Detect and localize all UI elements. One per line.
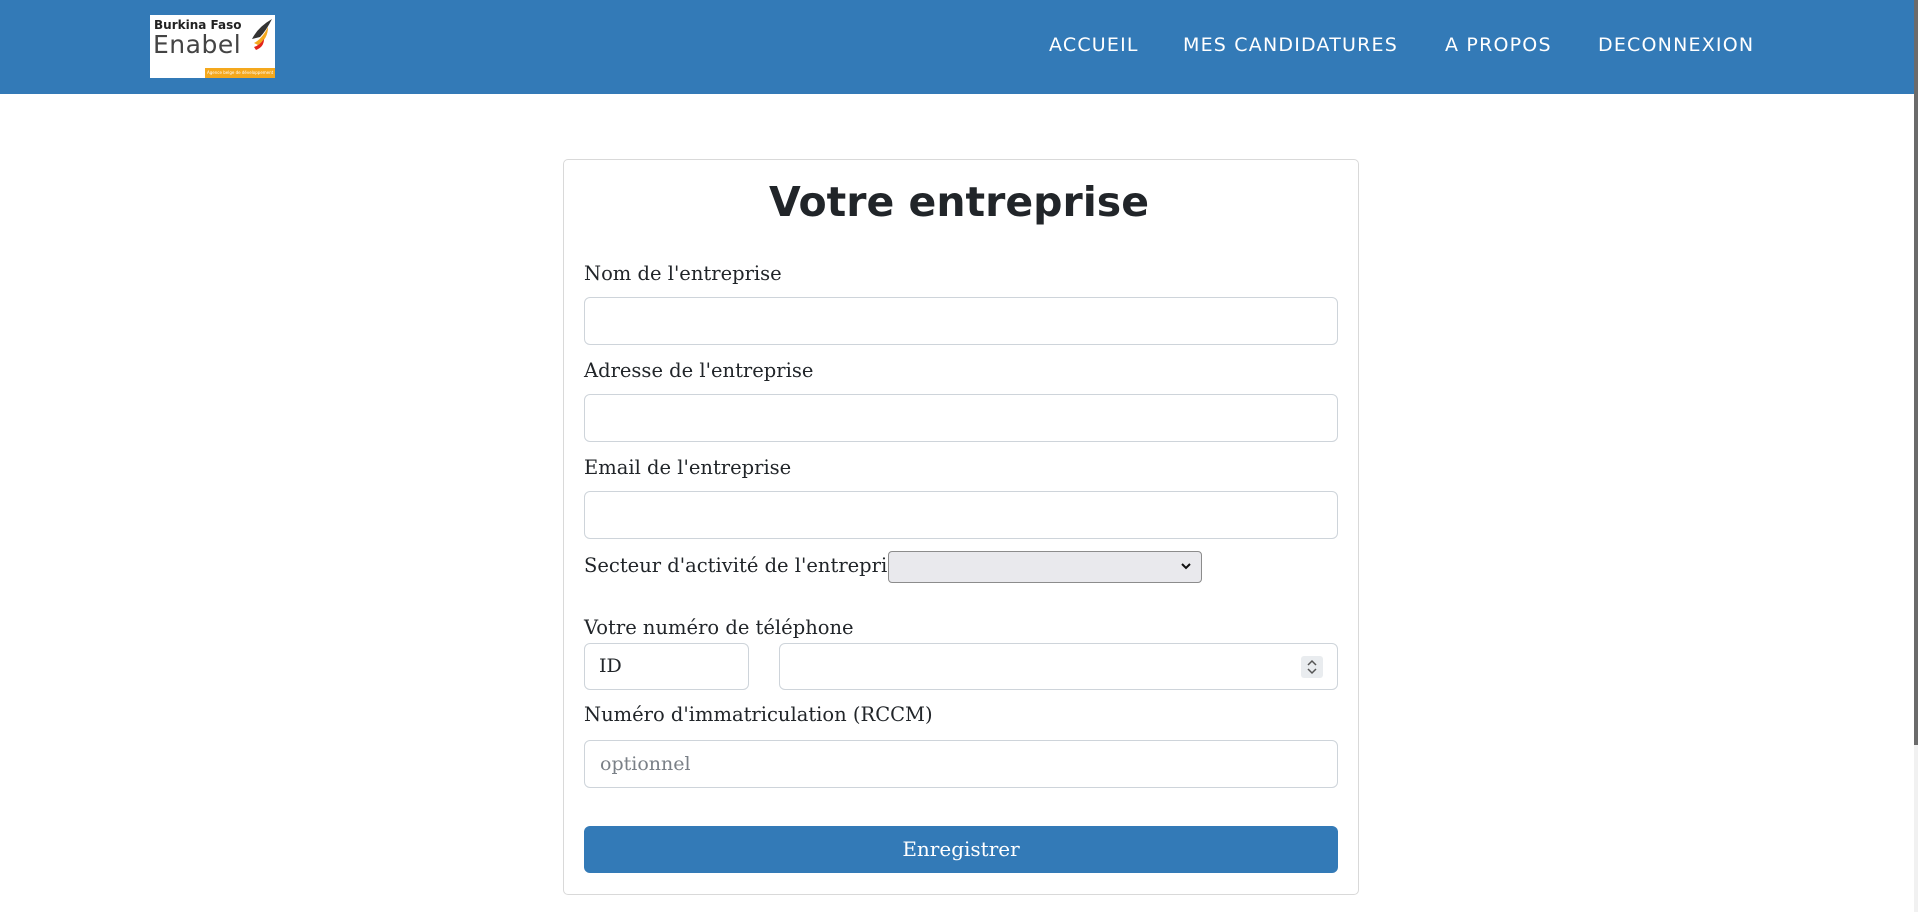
phone-label: Votre numéro de téléphone xyxy=(584,616,854,639)
bird-logo-icon xyxy=(252,19,272,50)
nav-deconnexion[interactable]: DECONNEXION xyxy=(1598,34,1754,56)
chevron-down-icon xyxy=(1181,563,1191,570)
company-address-input[interactable] xyxy=(584,394,1338,442)
sector-label: Secteur d'activité de l'entreprise xyxy=(584,554,909,577)
phone-number-input[interactable] xyxy=(779,643,1338,690)
sector-select[interactable] xyxy=(888,551,1202,583)
form-title: Votre entreprise xyxy=(768,178,1149,226)
rccm-input[interactable] xyxy=(584,740,1338,788)
top-navbar: Burkina Faso Enabel Agence belge de déve… xyxy=(0,0,1918,94)
nav-accueil[interactable]: ACCUEIL xyxy=(1049,34,1139,56)
company-address-label: Adresse de l'entreprise xyxy=(584,359,814,382)
scrollbar-thumb[interactable] xyxy=(1914,0,1918,745)
scrollbar-track[interactable] xyxy=(1914,0,1918,912)
company-email-input[interactable] xyxy=(584,491,1338,539)
logo-name: Enabel xyxy=(153,30,242,59)
nav-a-propos[interactable]: A PROPOS xyxy=(1445,34,1552,56)
save-button[interactable]: Enregistrer xyxy=(584,826,1338,873)
rccm-label: Numéro d'immatriculation (RCCM) xyxy=(584,703,933,726)
logo-tagline: Agence belge de développement xyxy=(205,68,275,78)
company-name-input[interactable] xyxy=(584,297,1338,345)
spinner-icon[interactable] xyxy=(1301,656,1323,678)
enabel-logo[interactable]: Burkina Faso Enabel Agence belge de déve… xyxy=(150,15,275,78)
nav-mes-candidatures[interactable]: MES CANDIDATURES xyxy=(1183,34,1398,56)
company-name-label: Nom de l'entreprise xyxy=(584,262,782,285)
phone-prefix[interactable]: ID xyxy=(584,643,749,690)
company-email-label: Email de l'entreprise xyxy=(584,456,792,479)
